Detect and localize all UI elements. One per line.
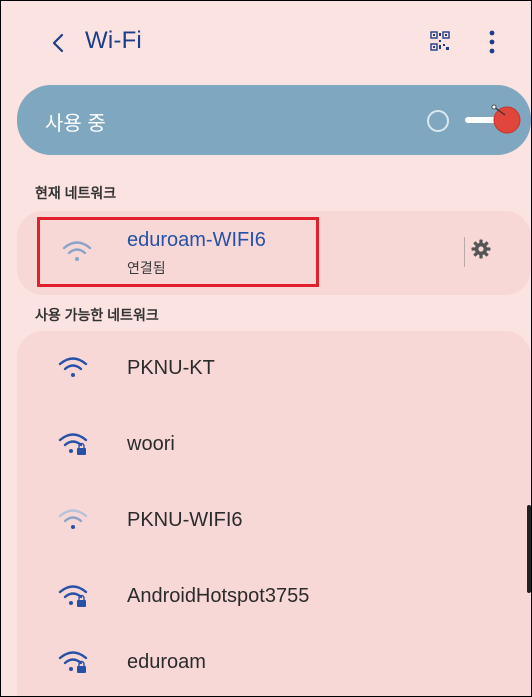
scrollbar[interactable] <box>527 505 531 593</box>
wifi-weak-icon <box>58 509 88 529</box>
wifi-lock-icon <box>58 585 88 607</box>
page-title: Wi-Fi <box>85 27 142 54</box>
wifi-lock-icon <box>58 651 88 673</box>
gear-icon[interactable] <box>471 239 491 259</box>
status-ring-icon <box>427 110 449 132</box>
app-bar: Wi-Fi <box>1 1 531 89</box>
available-networks-heading: 사용 가능한 네트워크 <box>35 307 159 323</box>
network-name: AndroidHotspot3755 <box>127 585 310 607</box>
more-vertical-icon[interactable] <box>486 29 498 55</box>
network-name: PKNU-KT <box>127 357 215 379</box>
qr-code-icon[interactable] <box>430 31 450 51</box>
wifi-icon <box>58 357 88 377</box>
network-name: woori <box>127 433 175 455</box>
wifi-lock-icon <box>58 433 88 455</box>
network-name: eduroam <box>127 651 206 673</box>
network-row-pknu-kt[interactable]: PKNU-KT <box>17 331 531 407</box>
toggle-switch[interactable] <box>461 103 523 137</box>
wifi-settings-screen: Wi-Fi 사용 중 현재 네트워크 eduroam-WIFI6 연결됨 사용 … <box>0 0 532 697</box>
network-row-woori[interactable]: woori <box>17 407 531 483</box>
network-name: PKNU-WIFI6 <box>127 509 243 531</box>
master-toggle-label: 사용 중 <box>45 113 106 135</box>
highlight-annotation <box>37 217 319 287</box>
wifi-master-toggle[interactable]: 사용 중 <box>17 85 531 155</box>
network-row-pknu-wifi6[interactable]: PKNU-WIFI6 <box>17 483 531 559</box>
network-row-androidhotspot3755[interactable]: AndroidHotspot3755 <box>17 559 531 635</box>
chevron-left-icon[interactable] <box>45 29 73 57</box>
network-row-eduroam[interactable]: eduroam <box>17 635 531 696</box>
divider <box>464 237 465 267</box>
current-network-heading: 현재 네트워크 <box>35 185 117 201</box>
